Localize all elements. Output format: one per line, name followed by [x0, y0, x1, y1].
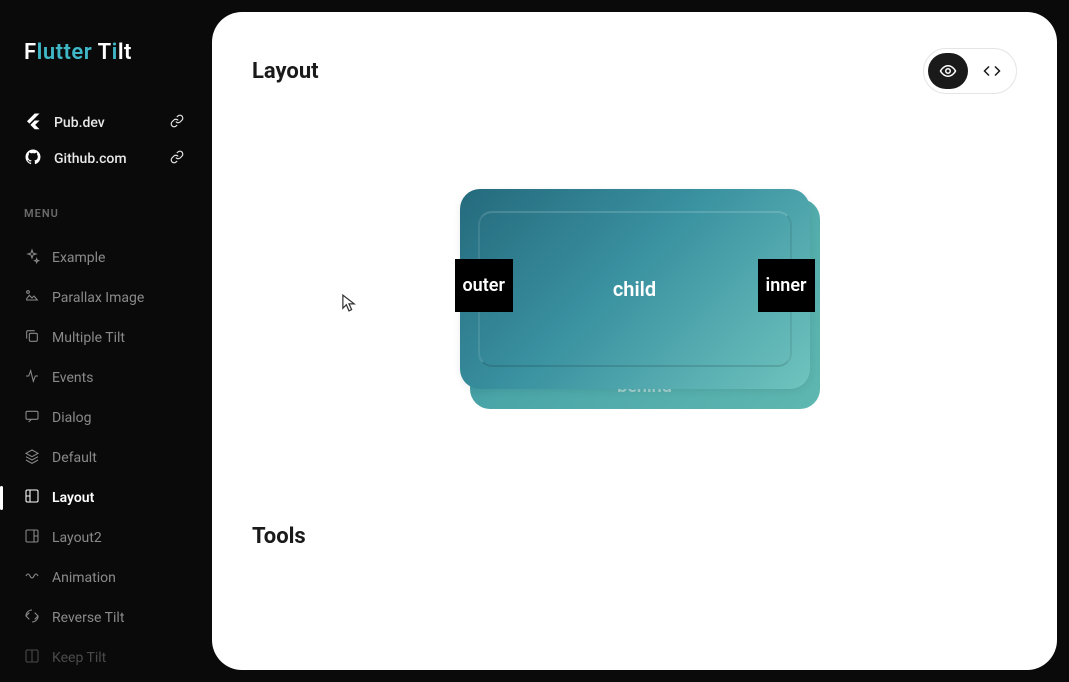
layout2-icon — [24, 528, 40, 548]
section-title: Layout — [252, 59, 319, 84]
reverse-icon — [24, 608, 40, 628]
brand-title: Flutter Tilt — [24, 40, 200, 65]
tilt-demo[interactable]: behind child outer inner — [460, 189, 810, 399]
sidebar-item-parallax[interactable]: Parallax Image — [24, 278, 200, 318]
cursor-icon — [342, 294, 356, 316]
menu-label: Example — [52, 250, 105, 266]
outer-label: outer — [455, 259, 513, 312]
section-tools: Tools — [252, 504, 1017, 549]
menu-label: Default — [52, 450, 97, 466]
message-icon — [24, 408, 40, 428]
menu-label: Keep Tilt — [52, 650, 106, 666]
menu-label: Layout2 — [52, 530, 102, 546]
main-panel: Layout behind — [212, 12, 1057, 670]
pin-icon — [24, 648, 40, 668]
menu-label: Reverse Tilt — [52, 610, 124, 626]
brand-part: T — [98, 40, 112, 65]
sidebar-item-keep-tilt[interactable]: Keep Tilt — [24, 638, 200, 678]
sidebar-item-animation[interactable]: Animation — [24, 558, 200, 598]
menu-label: Multiple Tilt — [52, 330, 125, 346]
sidebar-item-events[interactable]: Events — [24, 358, 200, 398]
external-link-icon — [170, 114, 184, 132]
view-toggle — [923, 48, 1017, 94]
link-pubdev[interactable]: Pub.dev — [24, 105, 200, 141]
sidebar-item-default[interactable]: Default — [24, 438, 200, 478]
inner-label: inner — [758, 259, 815, 312]
content-area: Layout behind — [200, 0, 1069, 682]
code-button[interactable] — [972, 53, 1012, 89]
external-link-icon — [170, 150, 184, 168]
menu-label: Events — [52, 370, 93, 386]
tilt-border — [478, 211, 792, 367]
menu-label: Parallax Image — [52, 290, 144, 306]
tilt-main-layer: child outer inner — [460, 189, 810, 389]
brand-part: lt — [118, 40, 132, 65]
sidebar-item-multiple-tilt[interactable]: Multiple Tilt — [24, 318, 200, 358]
brand-part: lutter — [37, 40, 98, 65]
menu-list: Example Parallax Image Multiple Tilt Eve… — [24, 238, 200, 678]
sparkle-icon — [24, 248, 40, 268]
menu-header: MENU — [24, 207, 200, 220]
tools-title: Tools — [252, 524, 1017, 549]
copy-icon — [24, 328, 40, 348]
sidebar-item-layout[interactable]: Layout — [24, 478, 200, 518]
layers-icon — [24, 448, 40, 468]
link-label: Pub.dev — [54, 115, 105, 131]
menu-label: Layout — [52, 490, 94, 506]
activity-icon — [24, 368, 40, 388]
sidebar-item-example[interactable]: Example — [24, 238, 200, 278]
external-links: Pub.dev Github.com — [24, 105, 200, 177]
sidebar-item-layout2[interactable]: Layout2 — [24, 518, 200, 558]
image-icon — [24, 288, 40, 308]
section-header: Layout — [252, 48, 1017, 94]
wave-icon — [24, 568, 40, 588]
preview-button[interactable] — [928, 53, 968, 89]
layout-icon — [24, 488, 40, 508]
menu-label: Dialog — [52, 410, 91, 426]
section-layout: Layout behind — [252, 48, 1017, 454]
link-label: Github.com — [54, 151, 127, 167]
sidebar: Flutter Tilt Pub.dev Github.com — [0, 0, 200, 682]
menu-label: Animation — [52, 570, 116, 586]
link-github[interactable]: Github.com — [24, 141, 200, 177]
demo-area[interactable]: behind child outer inner — [252, 134, 1017, 454]
sidebar-item-reverse-tilt[interactable]: Reverse Tilt — [24, 598, 200, 638]
sidebar-item-dialog[interactable]: Dialog — [24, 398, 200, 438]
brand-part: F — [24, 40, 37, 65]
github-icon — [24, 148, 42, 170]
flutter-icon — [24, 112, 42, 134]
